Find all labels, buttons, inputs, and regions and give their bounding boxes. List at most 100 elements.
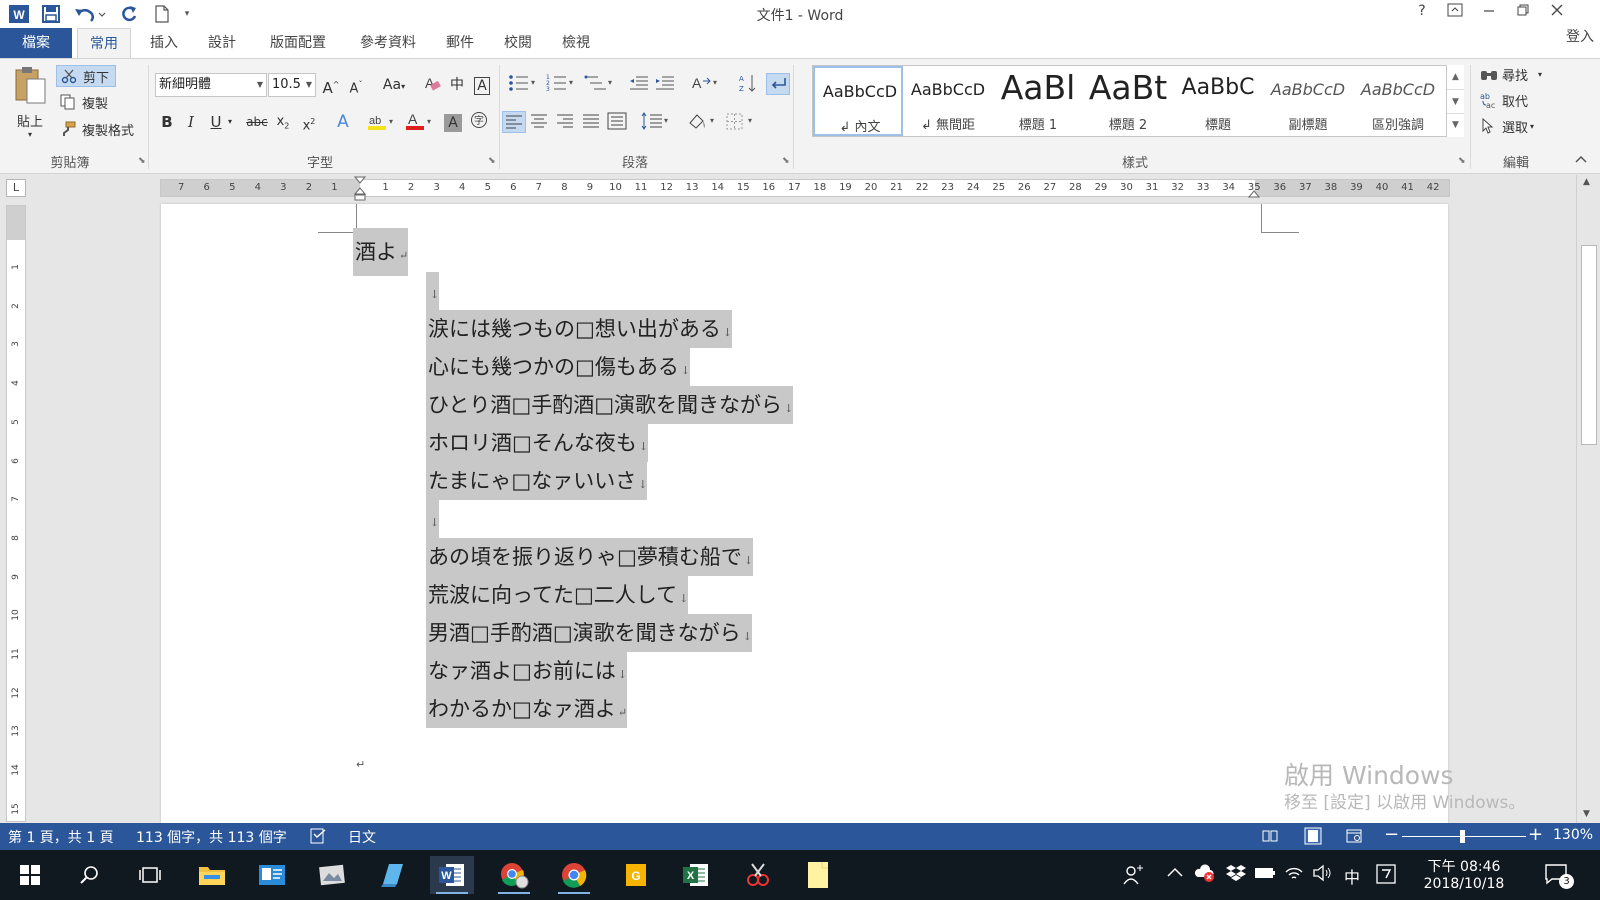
show-formatting-marks-icon[interactable]	[766, 73, 790, 95]
strikethrough-icon[interactable]: abc	[244, 111, 270, 133]
underline-dropdown-icon[interactable]: ▾	[224, 111, 236, 133]
styles-gallery-scroller[interactable]: ▲ ▼ ▼	[1446, 65, 1464, 137]
replace-button[interactable]: ab ac 取代	[1480, 89, 1528, 111]
align-right-icon[interactable]	[554, 111, 578, 133]
align-left-icon[interactable]	[502, 111, 526, 133]
font-color-icon[interactable]: A ▾	[404, 111, 436, 133]
chrome-profile-icon[interactable]	[492, 856, 536, 894]
bullets-icon[interactable]: ▾	[508, 73, 542, 95]
ime-mode-icon[interactable]	[1376, 864, 1396, 888]
ribbon-display-options-icon[interactable]	[1440, 3, 1470, 25]
help-button[interactable]: ?	[1407, 3, 1437, 25]
collapse-ribbon-icon[interactable]	[1574, 153, 1588, 167]
phonetic-guide-icon[interactable]: 中	[446, 74, 468, 96]
align-center-icon[interactable]	[528, 111, 552, 133]
clear-formatting-icon[interactable]: A	[421, 74, 443, 96]
text-effects-icon[interactable]: A	[332, 111, 354, 133]
document-line[interactable]: ひとり酒□手酌酒□演歌を聞きながら ↓	[426, 386, 794, 424]
ruler-strip[interactable]: 7 6 5 4 3 2 1 1 2 3 4 5 6 7 8 9 10 11 12 13 14 15 16 17 18 19 20 21…	[160, 176, 1450, 201]
style-normal[interactable]: AaBbCcD ↲ 內文	[813, 66, 903, 136]
highlight-color-icon[interactable]: ab ▾	[366, 111, 398, 133]
read-mode-icon[interactable]	[1262, 829, 1278, 847]
right-indent-marker[interactable]	[1247, 187, 1261, 203]
tab-file[interactable]: 檔案	[0, 28, 72, 58]
battery-icon[interactable]	[1254, 866, 1276, 884]
print-layout-icon[interactable]	[1304, 827, 1322, 849]
tab-layout[interactable]: 版面配置	[256, 28, 340, 58]
document-line[interactable]: ↓	[426, 500, 440, 538]
proofing-icon[interactable]	[310, 828, 328, 848]
document-page[interactable]: 酒よ ↵ ↓ 涙には幾つもの□想い出がある ↓ 心にも幾つかの□傷もある ↓ ひとり酒□手酌酒…	[161, 204, 1448, 824]
line-spacing-icon[interactable]: ▾	[640, 111, 674, 133]
sticky-notes-icon[interactable]	[796, 856, 840, 894]
justify-icon[interactable]	[580, 111, 604, 133]
paragraph-launcher-icon[interactable]: ⬊	[782, 156, 790, 166]
scroll-up-icon[interactable]: ▲	[1583, 177, 1590, 187]
file-explorer-icon[interactable]	[190, 856, 234, 894]
bold-icon[interactable]: B	[156, 111, 178, 133]
subscript-icon[interactable]: x2	[272, 111, 294, 133]
word-taskbar-icon[interactable]: W	[430, 856, 474, 894]
cut-button[interactable]: 剪下	[56, 65, 116, 87]
grow-font-icon[interactable]: A^	[320, 74, 342, 97]
decrease-indent-icon[interactable]	[628, 73, 652, 95]
zoom-in-icon[interactable]: +	[1528, 824, 1543, 845]
font-launcher-icon[interactable]: ⬊	[488, 156, 496, 166]
language-indicator[interactable]: 日文	[348, 827, 376, 847]
document-line[interactable]: 涙には幾つもの□想い出がある ↓	[426, 310, 733, 348]
distributed-icon[interactable]	[606, 111, 630, 133]
text-direction-icon[interactable]: A ▾	[690, 73, 724, 95]
volume-icon[interactable]	[1312, 864, 1332, 886]
scroll-down-icon[interactable]: ▼	[1583, 809, 1590, 819]
clock-date[interactable]: 2018/10/18	[1416, 876, 1512, 892]
styles-launcher-icon[interactable]: ⬊	[1458, 156, 1466, 166]
page-count[interactable]: 第 1 頁，共 1 頁	[8, 827, 114, 847]
minimize-icon[interactable]	[1474, 3, 1504, 25]
tab-references[interactable]: 參考資料	[350, 28, 426, 58]
style-title[interactable]: AaBbC 標題	[1173, 66, 1263, 136]
notes-app-icon[interactable]	[370, 856, 414, 894]
format-painter-button[interactable]: 複製格式	[60, 118, 134, 140]
zoom-out-icon[interactable]: −	[1384, 824, 1399, 845]
tab-review[interactable]: 校閱	[494, 28, 542, 58]
style-subtitle[interactable]: AaBbCcD 副標題	[1263, 66, 1353, 136]
tray-chevron-up-icon[interactable]	[1166, 865, 1184, 883]
document-line[interactable]: ホロリ酒□そんな夜も ↓	[426, 424, 649, 462]
document-line[interactable]: 荒波に向ってた□二人して ↓	[426, 576, 689, 614]
document-line[interactable]: たまにゃ□なァいいさ ↓	[426, 462, 648, 500]
web-layout-icon[interactable]	[1346, 829, 1362, 847]
sort-icon[interactable]: AZ	[738, 73, 762, 95]
word-count[interactable]: 113 個字，共 113 個字	[136, 827, 287, 847]
tab-insert[interactable]: 插入	[140, 28, 188, 58]
style-heading-2[interactable]: AaBt 標題 2	[1083, 66, 1173, 136]
start-windows-icon[interactable]	[8, 856, 52, 894]
chevron-down-icon[interactable]: ▼	[1447, 89, 1464, 113]
task-view-icon[interactable]	[128, 856, 172, 894]
photos-app-icon[interactable]	[310, 856, 354, 894]
borders-icon[interactable]: ▾	[724, 111, 762, 133]
enclose-characters-icon[interactable]: 字	[468, 111, 490, 133]
shading-icon[interactable]: ▾	[686, 111, 724, 133]
font-size-combo[interactable]: 10.5 ▼	[268, 73, 316, 97]
character-border-icon[interactable]: A	[471, 74, 493, 96]
increase-indent-icon[interactable]	[654, 73, 678, 95]
cloud-sync-error-icon[interactable]	[1194, 863, 1216, 887]
dropbox-icon[interactable]	[1226, 864, 1246, 886]
more-styles-icon[interactable]: ▼	[1447, 113, 1464, 135]
tab-home[interactable]: 常用	[77, 28, 131, 58]
document-line[interactable]: 男酒□手酌酒□演歌を聞きながら ↓	[426, 614, 752, 652]
ime-indicator[interactable]: 中	[1344, 864, 1360, 888]
tab-design[interactable]: 設計	[198, 28, 246, 58]
style-no-spacing[interactable]: AaBbCcD ↲ 無間距	[903, 66, 993, 136]
tab-selector[interactable]: L	[6, 179, 26, 197]
sign-in-link[interactable]: 登入	[1560, 22, 1600, 52]
style-heading-1[interactable]: AaBl 標題 1	[993, 66, 1083, 136]
tab-mailings[interactable]: 郵件	[436, 28, 484, 58]
paste-button[interactable]: 貼上 ▾	[10, 65, 50, 145]
contacts-app-icon[interactable]	[250, 856, 294, 894]
copy-button[interactable]: 複製	[60, 91, 108, 113]
tab-view[interactable]: 檢視	[552, 28, 600, 58]
find-button[interactable]: 尋找 ▾	[1480, 63, 1542, 85]
font-name-combo[interactable]: 新細明體 ▼	[155, 73, 267, 97]
zoom-slider-thumb[interactable]	[1460, 830, 1465, 843]
